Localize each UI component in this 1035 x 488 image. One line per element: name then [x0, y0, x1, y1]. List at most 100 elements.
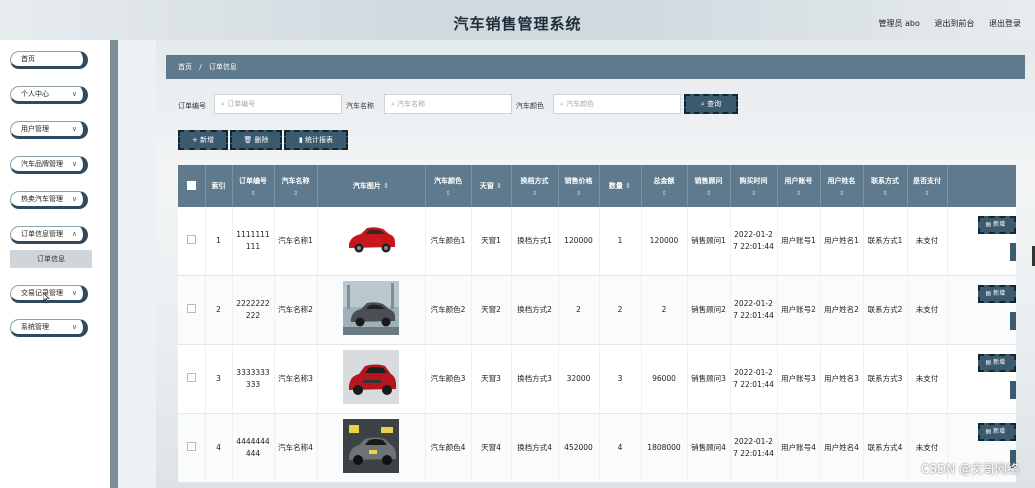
delete-button[interactable]: 🗑 删除 [230, 130, 282, 150]
row-checkbox[interactable] [178, 413, 206, 483]
col-total[interactable]: 总金额 ⇕ [641, 165, 688, 207]
car-name-input[interactable]: ⌕ 汽车名称 [384, 94, 512, 114]
sort-icon[interactable]: ⇕ [644, 190, 685, 197]
select-all-checkbox[interactable] [178, 165, 206, 207]
cell-car-name: 汽车名称1 [274, 207, 318, 276]
sidebar-item-label: 热卖汽车管理 [21, 195, 63, 203]
col-car-image[interactable]: 汽车图片 ⇕ [317, 165, 426, 207]
cell-paid: 未支付 [907, 207, 948, 276]
col-label: 联系方式 [871, 176, 899, 185]
sort-icon[interactable]: ⇕ [514, 190, 556, 197]
cell-advisor: 销售顾问2 [687, 275, 731, 345]
cell-car-color: 汽车颜色4 [425, 413, 472, 483]
sidebar-item-profile[interactable]: 个人中心 ∨ [10, 86, 88, 104]
top-header: 汽车销售管理系统 管理员 abo 退出到前台 退出登录 [0, 0, 1035, 40]
cell-total: 1808000 [641, 413, 688, 483]
sort-icon[interactable]: ⇕ [625, 182, 631, 190]
col-sunroof[interactable]: 天窗 ⇕ [471, 165, 512, 207]
sort-icon[interactable]: ⇕ [866, 190, 905, 197]
sort-icon[interactable]: ⇕ [277, 190, 315, 197]
row-extra-button[interactable] [1009, 312, 1016, 330]
sort-icon[interactable]: ⇕ [496, 182, 502, 190]
query-button-label: 查询 [707, 100, 722, 108]
col-purchase-time[interactable]: 购买时间 ⇕ [730, 165, 778, 207]
cell-shift: 换档方式4 [511, 413, 559, 483]
cell-username: 用户姓名4 [820, 413, 864, 483]
cell-price: 2 [558, 275, 600, 345]
sidebar-item-orders[interactable]: 订单信息管理 ∧ [10, 226, 88, 244]
car-color-input[interactable]: ⌕ 汽车颜色 [553, 94, 681, 114]
cell-order-number: 1111111111 [232, 207, 275, 276]
sidebar-item-home[interactable]: 首页 [10, 51, 88, 69]
red-suv-image [343, 350, 399, 404]
header-user-area: 管理员 abo 退出到前台 退出登录 [866, 18, 1021, 29]
col-label: 汽车名称 [281, 176, 310, 185]
cell-account: 用户账号3 [777, 344, 821, 414]
report-button[interactable]: ▮ 统计报表 [284, 130, 348, 150]
sidebar-item-system[interactable]: 系统管理 ∨ [10, 319, 88, 337]
cell-car-image [317, 344, 426, 414]
sidebar-item-brands[interactable]: 汽车品牌管理 ∨ [10, 156, 88, 174]
sort-icon[interactable]: ⇕ [733, 190, 775, 197]
table-row: 3 3333333333 汽车名称3 汽车颜色3 天窗3 换档方式3 32000… [178, 344, 1016, 414]
row-add-button[interactable]: ▤ 新增 [977, 285, 1016, 303]
col-account[interactable]: 用户账号 ⇕ [777, 165, 821, 207]
csdn-watermark: CSDN @文哥网络 [920, 462, 1019, 476]
sidebar-scrollbar[interactable] [110, 40, 118, 488]
cell-purchase-time: 2022-01-27 22:01:44 [730, 207, 778, 276]
col-car-color[interactable]: 汽车颜色 ⇕ [425, 165, 472, 207]
back-to-front-link[interactable]: 退出到前台 [934, 19, 974, 28]
query-button[interactable]: ⌕ 查询 [684, 94, 738, 114]
sidebar-item-hot-cars[interactable]: 热卖汽车管理 ∨ [10, 191, 88, 209]
cell-order-number: 2222222222 [232, 275, 275, 345]
sort-icon[interactable]: ⇕ [561, 190, 597, 197]
row-extra-button[interactable] [1009, 243, 1016, 261]
row-checkbox[interactable] [178, 275, 206, 345]
row-add-button[interactable]: ▤ 新增 [977, 354, 1016, 372]
row-add-button-label: 新增 [993, 428, 1006, 435]
col-car-name[interactable]: 汽车名称 ⇕ [274, 165, 318, 207]
cell-contact: 联系方式3 [863, 344, 908, 414]
sidebar-item-users[interactable]: 用户管理 ∨ [10, 121, 88, 139]
sort-icon[interactable]: ⇕ [383, 182, 389, 190]
add-button[interactable]: + 新增 [178, 130, 228, 150]
breadcrumb-home[interactable]: 首页 [178, 63, 192, 71]
sort-icon[interactable]: ⇕ [235, 190, 272, 197]
col-username[interactable]: 用户姓名 ⇕ [820, 165, 864, 207]
row-checkbox[interactable] [178, 344, 206, 414]
plus-icon: + [191, 136, 201, 144]
row-add-button[interactable]: ▤ 新增 [977, 423, 1016, 441]
cell-price: 32000 [558, 344, 600, 414]
cell-car-image [317, 275, 426, 345]
cell-advisor: 销售顾问1 [687, 207, 731, 276]
cell-total: 120000 [641, 207, 688, 276]
orders-table: 索引 订单编号 ⇕ 汽车名称 ⇕ 汽车图片 ⇕ 汽车颜色 ⇕ 天窗 ⇕ 换档方式 ⇕ 销… [178, 165, 1016, 488]
logout-link[interactable]: 退出登录 [989, 19, 1021, 28]
sort-icon[interactable]: ⇕ [910, 190, 945, 197]
col-paid[interactable]: 是否支付 ⇕ [907, 165, 948, 207]
col-advisor[interactable]: 销售顾问 ⇕ [687, 165, 731, 207]
col-order-number[interactable]: 订单编号 ⇕ [232, 165, 275, 207]
sort-icon[interactable]: ⇕ [428, 190, 469, 197]
sort-icon[interactable]: ⇕ [780, 190, 818, 197]
col-label: 是否支付 [913, 176, 941, 185]
col-actions [947, 165, 1016, 207]
cell-index: 3 [205, 344, 233, 414]
row-checkbox[interactable] [178, 207, 206, 276]
col-contact[interactable]: 联系方式 ⇕ [863, 165, 908, 207]
cell-contact: 联系方式4 [863, 413, 908, 483]
sort-icon[interactable]: ⇕ [823, 190, 861, 197]
order-number-input[interactable]: ⌕ 订单编号 [214, 94, 342, 114]
cell-quantity: 1 [599, 207, 642, 276]
sort-icon[interactable]: ⇕ [690, 190, 728, 197]
col-price[interactable]: 销售价格 ⇕ [558, 165, 600, 207]
sidebar-subitem-order-info[interactable]: 订单信息 [10, 250, 92, 268]
breadcrumb-current: 订单信息 [208, 63, 237, 71]
row-add-button[interactable]: ▤ 新增 [977, 216, 1016, 234]
col-quantity[interactable]: 数量 ⇕ [599, 165, 642, 207]
col-label: 购买时间 [739, 176, 768, 185]
col-shift[interactable]: 换档方式 ⇕ [511, 165, 559, 207]
row-extra-button[interactable] [1009, 381, 1016, 399]
col-label: 用户账号 [784, 176, 813, 185]
cell-quantity: 3 [599, 344, 642, 414]
